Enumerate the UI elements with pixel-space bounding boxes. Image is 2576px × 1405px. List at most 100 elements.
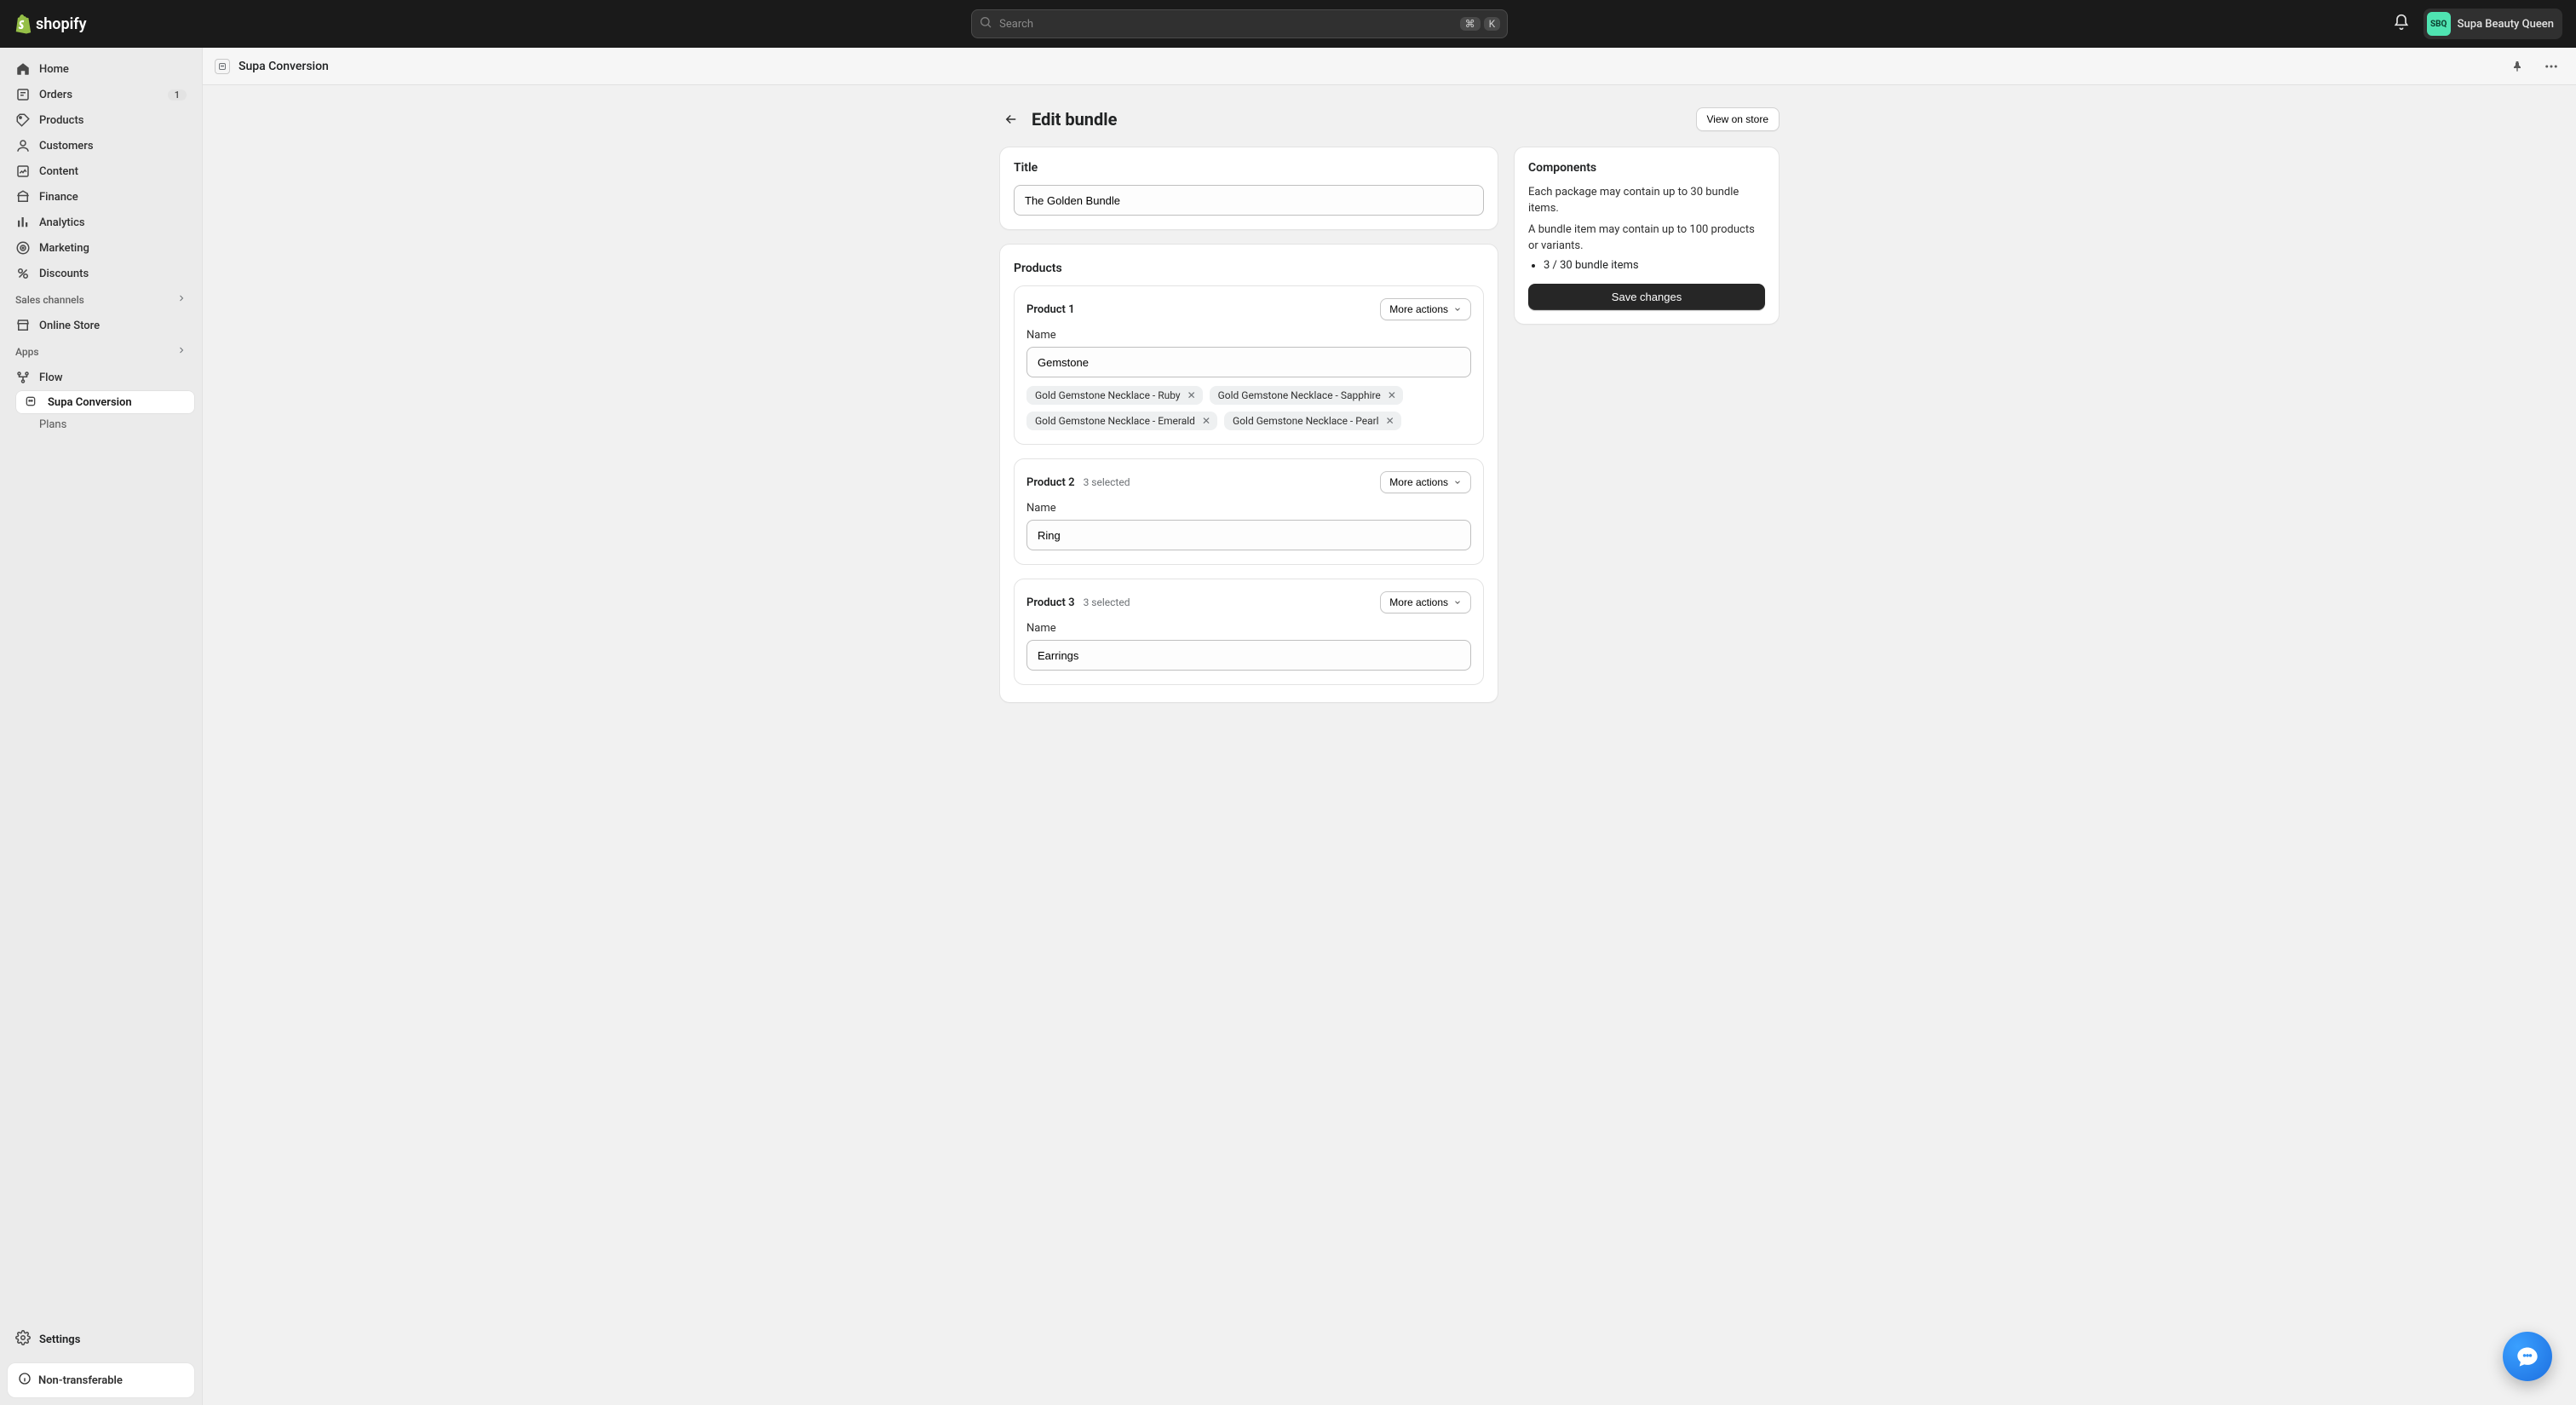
- shortcut-mod: ⌘: [1460, 17, 1481, 31]
- title-card-heading: Title: [1014, 161, 1484, 175]
- remove-tag-icon[interactable]: ✕: [1386, 389, 1398, 401]
- tag-label: Gold Gemstone Necklace - Sapphire: [1218, 389, 1381, 401]
- sidebar: Home Orders 1 Products Customers Content: [0, 48, 203, 1405]
- pin-button[interactable]: [2504, 54, 2530, 79]
- sidebar-item-analytics[interactable]: Analytics: [7, 210, 195, 235]
- chat-fab[interactable]: [2503, 1332, 2552, 1381]
- chevron-right-icon: [176, 345, 187, 358]
- more-actions-button[interactable]: More actions: [1380, 471, 1471, 493]
- tag-label: Gold Gemstone Necklace - Emerald: [1035, 415, 1195, 427]
- sidebar-item-label: Flow: [39, 371, 63, 384]
- products-card: Products Product 1 More actions: [999, 244, 1498, 703]
- sidebar-item-customers[interactable]: Customers: [7, 133, 195, 158]
- product-block-2: Product 2 3 selected More actions Name: [1014, 458, 1484, 565]
- page-header: Edit bundle View on store: [986, 85, 1793, 147]
- sidebar-item-products[interactable]: Products: [7, 107, 195, 133]
- shopify-logo[interactable]: shopify: [14, 14, 87, 34]
- sidebar-item-content[interactable]: Content: [7, 158, 195, 184]
- store-switcher[interactable]: SBQ Supa Beauty Queen: [2424, 9, 2562, 39]
- product-heading: Product 1: [1026, 303, 1075, 316]
- home-icon: [15, 61, 31, 77]
- product-meta: 3 selected: [1084, 596, 1130, 608]
- shopify-bag-icon: [14, 14, 32, 34]
- product-tags: Gold Gemstone Necklace - Ruby✕ Gold Gems…: [1026, 386, 1471, 430]
- apps-header[interactable]: Apps: [7, 338, 195, 365]
- sidebar-item-orders[interactable]: Orders 1: [7, 82, 195, 107]
- view-on-store-button[interactable]: View on store: [1696, 107, 1780, 131]
- main-area: Supa Conversion Edit bundle View on stor…: [203, 48, 2576, 1405]
- components-line2: A bundle item may contain up to 100 prod…: [1528, 222, 1765, 255]
- sidebar-item-discounts[interactable]: Discounts: [7, 261, 195, 286]
- sidebar-item-label: Home: [39, 63, 69, 76]
- sidebar-item-label: Products: [39, 114, 83, 127]
- store-icon: [15, 318, 31, 333]
- bundle-title-input[interactable]: [1014, 185, 1484, 216]
- more-actions-label: More actions: [1389, 303, 1448, 315]
- products-heading: Products: [1014, 262, 1484, 275]
- sidebar-item-label: Plans: [39, 418, 66, 431]
- global-search[interactable]: Search ⌘ K: [971, 9, 1508, 38]
- product-name-input[interactable]: [1026, 347, 1471, 377]
- sidebar-item-label: Finance: [39, 191, 78, 204]
- sidebar-item-home[interactable]: Home: [7, 56, 195, 82]
- sidebar-item-finance[interactable]: Finance: [7, 184, 195, 210]
- remove-tag-icon[interactable]: ✕: [1384, 415, 1396, 427]
- more-actions-button[interactable]: More actions: [1380, 298, 1471, 320]
- variant-tag: Gold Gemstone Necklace - Emerald ✕: [1026, 412, 1217, 430]
- more-actions-button[interactable]: More actions: [1380, 591, 1471, 613]
- sidebar-item-label: Analytics: [39, 216, 85, 229]
- group-label: Apps: [15, 346, 39, 358]
- non-transferable-label: Non-transferable: [38, 1374, 123, 1387]
- name-label: Name: [1026, 329, 1471, 342]
- product-heading: Product 3: [1026, 596, 1075, 609]
- product-block-3: Product 3 3 selected More actions Name: [1014, 579, 1484, 685]
- components-heading: Components: [1528, 161, 1765, 175]
- product-name-input[interactable]: [1026, 520, 1471, 550]
- remove-tag-icon[interactable]: ✕: [1186, 389, 1198, 401]
- sidebar-item-flow[interactable]: Flow: [7, 365, 195, 390]
- sidebar-item-label: Marketing: [39, 242, 89, 255]
- product-name-input[interactable]: [1026, 640, 1471, 671]
- title-card: Title: [999, 147, 1498, 230]
- more-button[interactable]: [2539, 54, 2564, 79]
- variant-tag: Gold Gemstone Necklace - Ruby✕: [1026, 386, 1203, 405]
- chevron-down-icon: [1453, 598, 1462, 607]
- embedded-app-header: Supa Conversion: [203, 48, 2576, 85]
- components-card: Components Each package may contain up t…: [1514, 147, 1780, 325]
- variant-tag: Gold Gemstone Necklace - Sapphire ✕: [1210, 386, 1403, 405]
- components-line1: Each package may contain up to 30 bundle…: [1528, 185, 1765, 217]
- topbar-right: SBQ Supa Beauty Queen: [2393, 9, 2562, 39]
- sidebar-item-online-store[interactable]: Online Store: [7, 313, 195, 338]
- store-avatar: SBQ: [2427, 12, 2451, 36]
- analytics-icon: [15, 215, 31, 230]
- product-meta: 3 selected: [1084, 476, 1130, 488]
- settings-label: Settings: [39, 1333, 80, 1346]
- orders-icon: [15, 87, 31, 102]
- app-badge-icon: [215, 59, 230, 74]
- components-count: 3 / 30 bundle items: [1544, 259, 1765, 272]
- discounts-icon: [15, 266, 31, 281]
- customers-icon: [15, 138, 31, 153]
- finance-icon: [15, 189, 31, 204]
- sidebar-item-label: Content: [39, 165, 78, 178]
- sidebar-item-supa-conversion[interactable]: Supa Conversion: [15, 390, 195, 414]
- notifications-icon[interactable]: [2393, 14, 2410, 34]
- app-icon: [24, 394, 39, 410]
- sidebar-item-marketing[interactable]: Marketing: [7, 235, 195, 261]
- sidebar-item-label: Supa Conversion: [48, 396, 132, 409]
- remove-tag-icon[interactable]: ✕: [1200, 415, 1212, 427]
- sales-channels-header[interactable]: Sales channels: [7, 286, 195, 313]
- name-label: Name: [1026, 622, 1471, 635]
- content-icon: [15, 164, 31, 179]
- variant-tag: Gold Gemstone Necklace - Pearl ✕: [1224, 412, 1401, 430]
- back-button[interactable]: [999, 107, 1023, 131]
- save-changes-button[interactable]: Save changes: [1528, 284, 1765, 310]
- tag-label: Gold Gemstone Necklace - Pearl: [1233, 415, 1379, 427]
- non-transferable-chip[interactable]: Non-transferable: [7, 1362, 195, 1398]
- name-label: Name: [1026, 502, 1471, 515]
- sidebar-item-settings[interactable]: Settings: [7, 1323, 195, 1356]
- chevron-down-icon: [1453, 305, 1462, 314]
- shortcut-key: K: [1484, 17, 1501, 31]
- flow-icon: [15, 370, 31, 385]
- sidebar-item-plans[interactable]: Plans: [15, 414, 195, 435]
